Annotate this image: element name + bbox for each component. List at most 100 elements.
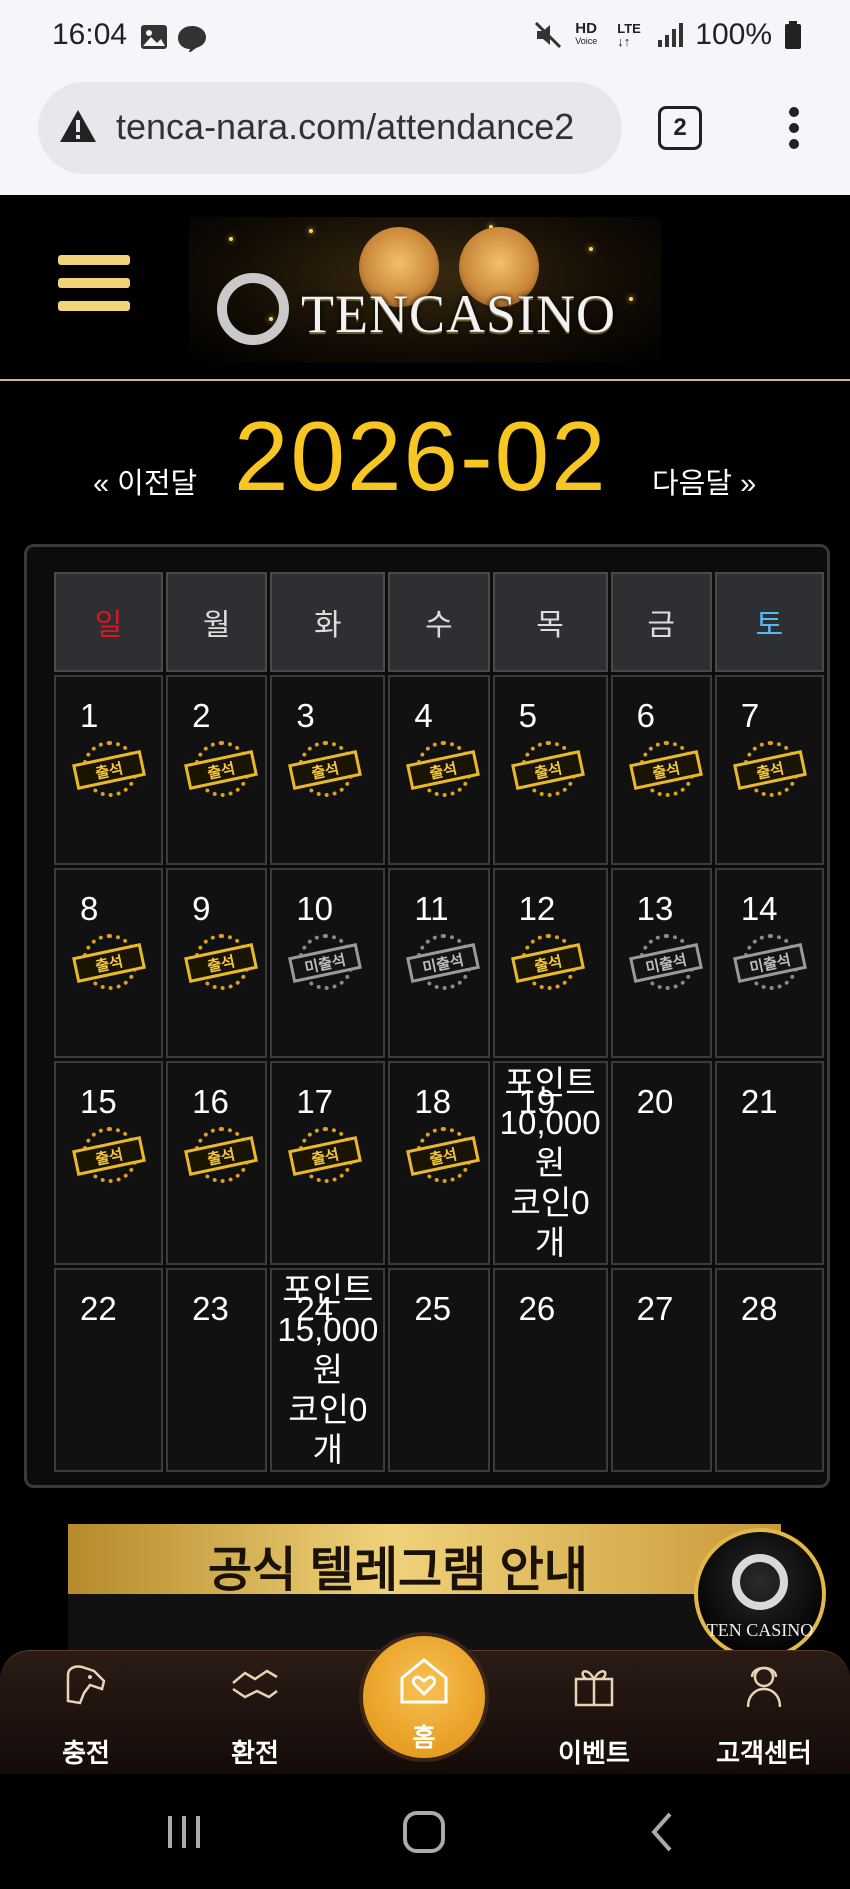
calendar-day-cell[interactable]: 1 출석 <box>54 675 164 865</box>
day-number: 8 <box>80 890 99 927</box>
calendar-day-cell[interactable]: 9 출석 <box>166 868 268 1058</box>
reward-info: 포인트 10,000 원 코인0 개 <box>495 1063 606 1263</box>
day-number: 6 <box>636 697 655 734</box>
recent-apps-icon[interactable] <box>166 1812 204 1852</box>
day-number: 3 <box>296 697 315 734</box>
stamp-label: 출석 <box>72 750 146 790</box>
weekday-header: 금 <box>610 572 712 672</box>
calendar-day-cell[interactable]: 19 포인트 10,000 원 코인0 개 <box>492 1061 608 1265</box>
calendar-day-cell[interactable]: 18 출석 <box>388 1061 490 1265</box>
attendance-stamp-icon: 출석 <box>72 934 146 990</box>
day-number: 10 <box>296 890 334 927</box>
absence-stamp-icon: 미출석 <box>406 934 481 990</box>
calendar-day-cell[interactable]: 22 <box>54 1268 164 1472</box>
attendance-stamp-icon: 출석 <box>406 1127 481 1183</box>
nav-exchange[interactable]: 환전 <box>185 1651 325 1775</box>
calendar-day-cell[interactable]: 15 출석 <box>54 1061 164 1265</box>
status-bar: 16:04 HD Voice LTE ↓↑ 100% <box>0 0 850 78</box>
floating-casino-badge[interactable]: TEN CASINO <box>694 1528 826 1660</box>
absence-stamp-icon: 미출석 <box>288 934 363 990</box>
calendar-day-cell[interactable]: 24 포인트 15,000 원 코인0 개 <box>270 1268 386 1472</box>
reward-line: 포인트 <box>282 1271 374 1308</box>
reward-line: 코인0 <box>510 1184 590 1221</box>
charge-icon <box>66 1665 106 1705</box>
casino-emblem-icon <box>732 1554 788 1610</box>
calendar-day-cell[interactable]: 5 출석 <box>492 675 608 865</box>
gallery-icon <box>141 25 167 49</box>
weekday-header: 일 <box>54 572 164 672</box>
stamp-label: 출석 <box>72 1136 146 1176</box>
badge-text: TEN CASINO <box>706 1620 814 1640</box>
calendar-day-cell[interactable]: 21 <box>714 1061 824 1265</box>
support-agent-icon <box>746 1666 782 1708</box>
day-number: 21 <box>740 1083 778 1120</box>
calendar-day-cell[interactable]: 13 미출석 <box>610 868 712 1058</box>
calendar-day-cell[interactable]: 17 출석 <box>270 1061 386 1265</box>
day-number: 20 <box>636 1083 674 1120</box>
calendar-day-cell[interactable]: 25 <box>388 1268 490 1472</box>
attendance-stamp-icon: 출석 <box>288 1127 363 1183</box>
day-number: 16 <box>192 1083 229 1120</box>
logo-emblem-icon <box>217 273 289 345</box>
calendar-day-cell[interactable]: 6 출석 <box>610 675 712 865</box>
attendance-stamp-icon: 출석 <box>184 1127 259 1183</box>
calendar-day-cell[interactable]: 10 미출석 <box>270 868 386 1058</box>
calendar-day-cell[interactable]: 11 미출석 <box>388 868 490 1058</box>
calendar-day-cell[interactable]: 7 출석 <box>714 675 824 865</box>
calendar-day-cell[interactable]: 16 출석 <box>166 1061 268 1265</box>
day-number: 9 <box>192 890 211 927</box>
day-number: 18 <box>414 1083 452 1120</box>
calendar-day-cell[interactable]: 2 출석 <box>166 675 268 865</box>
prev-month-link[interactable]: « 이전달 <box>93 460 197 502</box>
site-logo[interactable]: TENCASINO <box>189 217 661 363</box>
hamburger-menu-icon[interactable] <box>58 255 130 324</box>
day-number: 23 <box>192 1290 229 1327</box>
attendance-stamp-icon: 출석 <box>184 741 259 797</box>
calendar-day-cell[interactable]: 12 출석 <box>492 868 608 1058</box>
stamp-label: 출석 <box>288 750 363 790</box>
reward-line: 10,000 <box>499 1104 601 1141</box>
system-navigation-bar <box>0 1774 850 1889</box>
stamp-label: 출석 <box>406 1136 481 1176</box>
calendar-day-cell[interactable]: 26 <box>492 1268 608 1472</box>
calendar-day-cell[interactable]: 8 출석 <box>54 868 164 1058</box>
stamp-label: 출석 <box>72 943 146 983</box>
status-time: 16:04 <box>52 18 128 51</box>
day-number: 14 <box>740 890 778 927</box>
calendar-grid: 일월화수목금토 1 출석 2 출석 3 출석 4 출석 5 출석 6 출석 7 출석 8 출석 9 출석 10 미출석… <box>51 569 827 1475</box>
url-text[interactable]: tenca-nara.com/attendance2 <box>116 106 616 148</box>
tab-switcher-button[interactable]: 2 <box>658 106 702 150</box>
calendar-day-cell[interactable]: 3 출석 <box>270 675 386 865</box>
calendar-day-cell[interactable]: 28 <box>714 1268 824 1472</box>
battery-icon <box>785 21 801 49</box>
status-right: HD Voice LTE ↓↑ 100% <box>533 18 802 52</box>
calendar-day-cell[interactable]: 20 <box>610 1061 712 1265</box>
nav-event[interactable]: 이벤트 <box>524 1651 664 1775</box>
home-button[interactable]: 홈 <box>359 1632 489 1762</box>
nav-charge[interactable]: 충전 <box>16 1651 156 1775</box>
stamp-label: 미출석 <box>406 943 481 983</box>
weekday-header: 월 <box>166 572 268 672</box>
nav-support[interactable]: 고객센터 <box>694 1651 834 1775</box>
weekday-header: 화 <box>270 572 386 672</box>
day-number: 26 <box>518 1290 556 1327</box>
address-bar[interactable]: tenca-nara.com/attendance2 <box>38 82 622 174</box>
calendar-day-cell[interactable]: 27 <box>610 1268 712 1472</box>
reward-line: 코인0 <box>288 1391 368 1428</box>
reward-info: 포인트 15,000 원 코인0 개 <box>272 1270 383 1470</box>
more-menu-icon[interactable] <box>784 106 804 150</box>
calendar-day-cell[interactable]: 4 출석 <box>388 675 490 865</box>
warning-icon[interactable] <box>58 108 98 144</box>
hd-voice-indicator: HD Voice <box>575 20 598 46</box>
day-number: 7 <box>740 697 760 734</box>
home-nav-icon[interactable] <box>402 1810 446 1854</box>
next-month-link[interactable]: 다음달 » <box>652 460 756 502</box>
attendance-stamp-icon: 출석 <box>288 741 363 797</box>
back-icon[interactable] <box>648 1810 676 1854</box>
month-navigation: « 이전달 2026-02 다음달 » <box>0 400 850 511</box>
day-number: 5 <box>518 697 537 734</box>
day-number: 4 <box>414 697 433 734</box>
calendar-day-cell[interactable]: 14 미출석 <box>714 868 824 1058</box>
calendar-day-cell[interactable]: 23 <box>166 1268 268 1472</box>
site-header: TENCASINO <box>0 195 850 381</box>
